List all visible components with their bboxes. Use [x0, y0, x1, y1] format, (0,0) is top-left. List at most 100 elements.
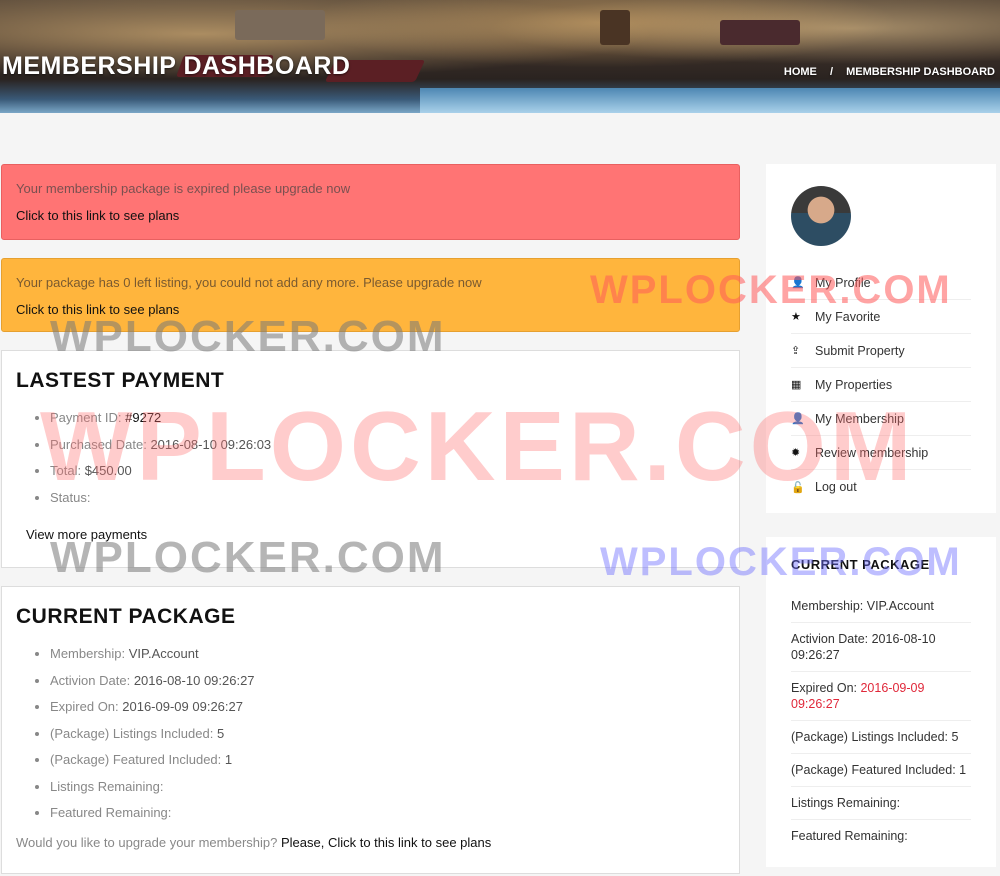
- list-item: Listings Remaining:: [50, 774, 725, 801]
- latest-payment-panel: LASTEST PAYMENT Payment ID: #9272 Purcha…: [1, 350, 740, 568]
- breadcrumb: HOME / MEMBERSHIP DASHBOARD: [784, 66, 995, 78]
- sidebar-item-review-membership[interactable]: ✹ Review membership: [791, 436, 971, 470]
- sidebar-listings-included-value: 5: [951, 730, 959, 744]
- sidebar-membership-label: Membership:: [791, 599, 867, 613]
- sidebar-listings-included-label: (Package) Listings Included:: [791, 730, 952, 744]
- breadcrumb-current: MEMBERSHIP DASHBOARD: [846, 66, 995, 78]
- current-package-panel: CURRENT PACKAGE Membership: VIP.Account …: [1, 586, 740, 874]
- hero-decor-sofa: [235, 10, 325, 40]
- page-title: MEMBERSHIP DASHBOARD: [2, 52, 351, 80]
- sidebar-package-list: Membership: VIP.Account Activion Date: 2…: [791, 590, 971, 852]
- sidebar-user-menu: 👤 My Profile ★ My Favorite ⇪ Submit Propert…: [766, 164, 996, 513]
- list-item: Total: $450.00: [50, 458, 725, 485]
- payment-id-value: #9272: [125, 410, 162, 425]
- upgrade-prompt: Would you like to upgrade your membershi…: [16, 835, 725, 850]
- list-item: Membership: VIP.Account: [791, 590, 971, 623]
- membership-value: VIP.Account: [128, 646, 199, 661]
- list-item: Status:: [50, 485, 725, 512]
- hero-decor-table: [600, 10, 630, 45]
- activation-date-label: Activion Date:: [50, 672, 134, 688]
- hero-decor-chair: [720, 20, 800, 45]
- list-item: Activion Date: 2016-08-10 09:26:27: [791, 623, 971, 672]
- sidebar-featured-included-label: (Package) Featured Included:: [791, 763, 960, 777]
- sidebar-membership-value: VIP.Account: [866, 599, 934, 613]
- sidebar-item-my-favorite[interactable]: ★ My Favorite: [791, 300, 971, 334]
- star-icon: ★: [791, 311, 801, 323]
- hero-decor-pool: [420, 88, 1000, 113]
- activation-date-value: 2016-08-10 09:26:27: [133, 672, 255, 688]
- listings-included-label: (Package) Listings Included:: [50, 725, 217, 741]
- list-item: Purchased Date: 2016-08-10 09:26:03: [50, 432, 725, 459]
- building-icon: ▦: [791, 379, 802, 391]
- total-label: Total:: [50, 463, 85, 478]
- sidebar-item-label: Review membership: [815, 445, 929, 460]
- sidebar-item-my-properties[interactable]: ▦ My Properties: [791, 368, 971, 402]
- payment-id-label: Payment ID:: [50, 410, 126, 425]
- expired-on-value: 2016-09-09 09:26:27: [122, 699, 243, 714]
- total-value: $450.00: [84, 463, 132, 478]
- sidebar-item-my-profile[interactable]: 👤 My Profile: [791, 266, 971, 300]
- list-item: (Package) Listings Included: 5: [50, 721, 725, 748]
- hero-banner: MEMBERSHIP DASHBOARD HOME / MEMBERSHIP D…: [0, 0, 1000, 113]
- featured-remaining-label: Featured Remaining:: [50, 805, 172, 820]
- current-package-title: CURRENT PACKAGE: [16, 605, 236, 628]
- package-details-list: Membership: VIP.Account Activion Date: 2…: [50, 641, 725, 827]
- upgrade-plans-link[interactable]: Please, Click to this link to see plans: [281, 835, 491, 850]
- list-item: Expired On: 2016-09-09 09:26:27: [50, 694, 725, 721]
- sidebar-item-submit-property[interactable]: ⇪ Submit Property: [791, 334, 971, 368]
- user-icon: 👤: [791, 277, 805, 289]
- sidebar-item-my-membership[interactable]: 👤 My Membership: [791, 402, 971, 436]
- unlock-icon: 🔓: [791, 481, 805, 494]
- sidebar-current-package: CURRENT PACKAGE Membership: VIP.Account …: [766, 537, 996, 867]
- sidebar-listings-remaining-label: Listings Remaining:: [791, 796, 901, 810]
- sidebar-item-label: My Membership: [815, 411, 904, 426]
- sidebar-item-label: Log out: [815, 480, 857, 494]
- listings-included-value: 5: [216, 725, 225, 741]
- listing-limit-alert: Your package has 0 left listing, you cou…: [1, 258, 740, 332]
- avatar[interactable]: [791, 186, 851, 246]
- list-item: Expired On: 2016-09-09 09:26:27: [791, 672, 971, 721]
- view-more-payments-link[interactable]: View more payments: [26, 527, 725, 542]
- sidebar-featured-included-value: 1: [959, 763, 967, 777]
- expired-alert-message: Your membership package is expired pleas…: [16, 181, 351, 196]
- sidebar-nav: 👤 My Profile ★ My Favorite ⇪ Submit Propert…: [791, 266, 971, 504]
- list-item: (Package) Featured Included: 1: [791, 754, 971, 787]
- purchased-date-value: 2016-08-10 09:26:03: [150, 436, 272, 452]
- sidebar-item-label: Submit Property: [815, 343, 905, 358]
- list-item: Featured Remaining:: [791, 820, 971, 852]
- expired-alert: Your membership package is expired pleas…: [1, 164, 740, 240]
- list-item: (Package) Listings Included: 5: [791, 721, 971, 754]
- listings-remaining-label: Listings Remaining:: [50, 778, 164, 794]
- upload-icon: ⇪: [791, 345, 801, 357]
- upgrade-question: Would you like to upgrade your membershi…: [16, 834, 281, 850]
- status-label: Status:: [50, 489, 91, 505]
- breadcrumb-home-link[interactable]: HOME: [784, 66, 817, 78]
- latest-payment-title: LASTEST PAYMENT: [16, 369, 225, 392]
- list-item: Payment ID: #9272: [50, 405, 725, 432]
- list-item: (Package) Featured Included: 1: [50, 747, 725, 774]
- sidebar-item-label: My Favorite: [815, 309, 881, 324]
- expired-alert-plans-link[interactable]: Click to this link to see plans: [16, 208, 179, 223]
- sidebar-item-label: My Properties: [815, 377, 893, 392]
- sidebar-item-log-out[interactable]: 🔓 Log out: [791, 470, 971, 504]
- list-item: Featured Remaining:: [50, 800, 725, 827]
- listing-alert-plans-link[interactable]: Click to this link to see plans: [16, 302, 179, 317]
- list-item: Activion Date: 2016-08-10 09:26:27: [50, 668, 725, 695]
- sidebar-expired-label: Expired On:: [791, 681, 861, 695]
- breadcrumb-separator: /: [829, 66, 834, 78]
- list-item: Membership: VIP.Account: [50, 641, 725, 668]
- payment-details-list: Payment ID: #9272 Purchased Date: 2016-0…: [50, 405, 725, 511]
- gear-icon: ✹: [791, 447, 801, 459]
- user-icon: 👤: [791, 413, 805, 425]
- expired-on-label: Expired On:: [50, 699, 123, 714]
- featured-included-label: (Package) Featured Included:: [50, 752, 225, 767]
- sidebar-featured-remaining-label: Featured Remaining:: [791, 829, 908, 843]
- featured-included-value: 1: [224, 752, 233, 767]
- membership-label: Membership:: [50, 646, 129, 661]
- purchased-date-label: Purchased Date:: [50, 436, 151, 452]
- sidebar-package-title: CURRENT PACKAGE: [791, 557, 930, 572]
- sidebar-item-label: My Profile: [815, 275, 871, 290]
- list-item: Listings Remaining:: [791, 787, 971, 820]
- listing-alert-message: Your package has 0 left listing, you cou…: [16, 275, 482, 290]
- sidebar-activation-label: Activion Date:: [791, 632, 872, 646]
